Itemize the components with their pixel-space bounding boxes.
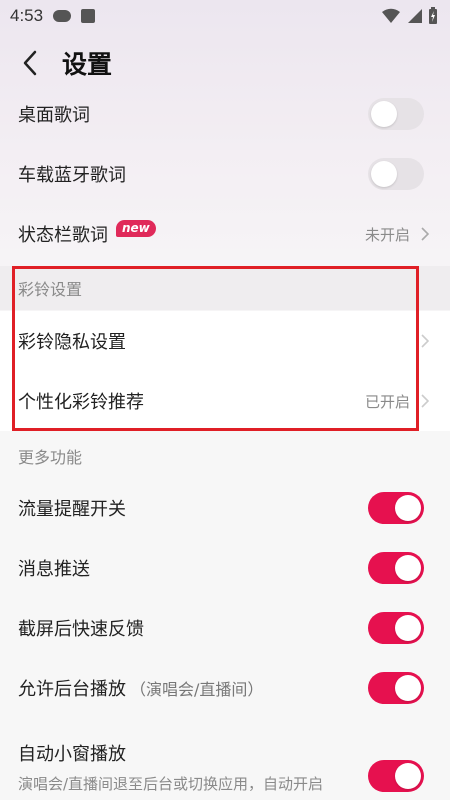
toggle-knob: [395, 675, 421, 701]
car-bluetooth-lyrics-toggle[interactable]: [368, 158, 424, 190]
desktop-lyrics-toggle[interactable]: [368, 98, 424, 130]
netease-notification-icon: [53, 10, 72, 22]
toggle-knob: [395, 615, 421, 641]
status-time: 4:53: [10, 6, 44, 25]
row-description: 演唱会/直播间退至后台或切换应用，自动开启小窗播放: [18, 775, 324, 800]
new-badge: new: [116, 219, 156, 237]
row-ringtone-privacy[interactable]: 彩铃隐私设置: [0, 311, 450, 371]
row-label: 截屏后快速反馈: [18, 619, 144, 640]
chevron-right-icon: [421, 227, 430, 241]
row-auto-mini-window[interactable]: 自动小窗播放 演唱会/直播间退至后台或切换应用，自动开启小窗播放: [0, 730, 450, 800]
row-screenshot-feedback[interactable]: 截屏后快速反馈: [0, 598, 450, 658]
chevron-right-icon: [421, 394, 430, 408]
signal-icon: [408, 9, 422, 23]
toggle-knob: [395, 555, 421, 581]
toggle-knob: [395, 495, 421, 521]
row-data-reminder[interactable]: 流量提醒开关: [0, 478, 450, 538]
row-label: 流量提醒开关: [18, 499, 126, 520]
auto-mini-window-toggle[interactable]: [368, 760, 424, 792]
status-bar: 4:53: [0, 0, 450, 32]
data-reminder-toggle[interactable]: [368, 492, 424, 524]
row-background-play[interactable]: 允许后台播放 （演唱会/直播间）: [0, 658, 450, 718]
notification-icons: [53, 9, 96, 23]
row-statusbar-lyrics[interactable]: 状态栏歌词 new 未开启: [0, 204, 450, 264]
section-header-ringtone: 彩铃设置: [0, 266, 450, 310]
row-label: 状态栏歌词: [18, 225, 108, 246]
toggle-knob: [371, 101, 397, 127]
toggle-knob: [371, 161, 397, 187]
row-label: 允许后台播放: [18, 679, 126, 700]
app-notification-icon: [81, 9, 96, 23]
page-title: 设置: [62, 50, 113, 79]
row-label: 消息推送: [18, 559, 90, 580]
wifi-icon: [382, 8, 400, 23]
screenshot-feedback-toggle[interactable]: [368, 612, 424, 644]
chevron-right-icon: [421, 334, 430, 348]
row-value: 未开启: [364, 225, 410, 244]
row-note: （演唱会/直播间）: [130, 680, 264, 699]
row-label: 自动小窗播放: [18, 744, 126, 765]
row-push-notifications[interactable]: 消息推送: [0, 538, 450, 598]
battery-charging-icon: [429, 7, 437, 24]
row-value: 已开启: [364, 392, 410, 411]
row-label: 车载蓝牙歌词: [18, 165, 126, 186]
push-notifications-toggle[interactable]: [368, 552, 424, 584]
row-label: 个性化彩铃推荐: [18, 392, 144, 413]
background-play-toggle[interactable]: [368, 672, 424, 704]
toggle-knob: [395, 763, 421, 789]
row-label: 彩铃隐私设置: [18, 332, 126, 353]
row-car-bluetooth-lyrics[interactable]: 车载蓝牙歌词: [0, 144, 450, 204]
back-arrow-icon: [23, 50, 37, 76]
system-icons: [382, 7, 438, 25]
row-personalized-ringtone[interactable]: 个性化彩铃推荐 已开启: [0, 371, 450, 431]
section-header-more: 更多功能: [18, 448, 83, 467]
row-desktop-lyrics[interactable]: 桌面歌词: [0, 84, 450, 144]
row-label: 桌面歌词: [18, 105, 90, 126]
